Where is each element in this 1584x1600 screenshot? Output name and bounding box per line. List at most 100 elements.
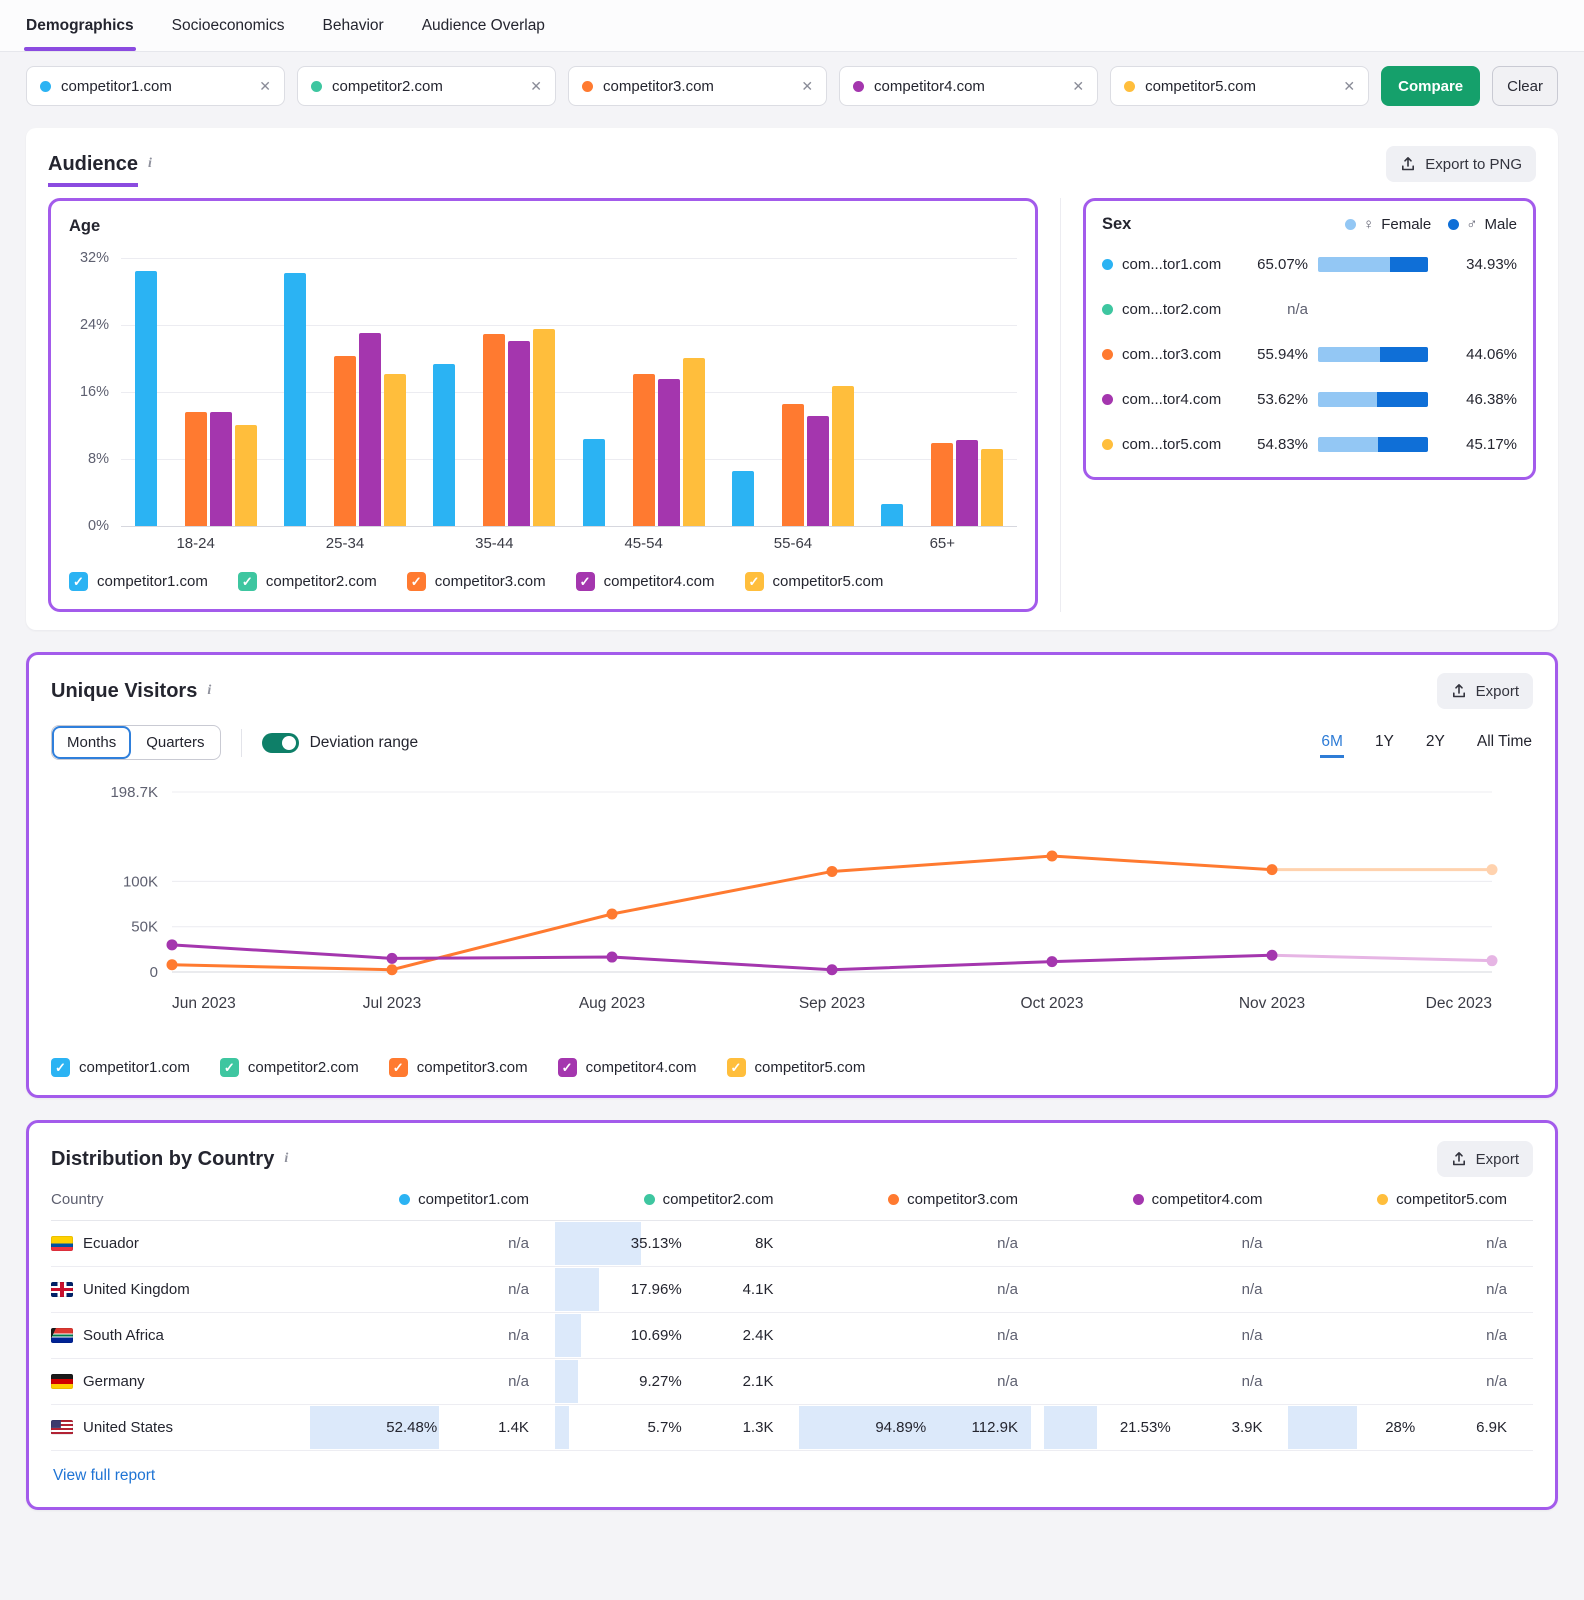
legend-item[interactable]: ✓ competitor5.com [726, 1058, 865, 1077]
remove-competitor-icon[interactable]: ✕ [259, 78, 271, 95]
country-export-button[interactable]: Export [1436, 1141, 1533, 1177]
remove-competitor-icon[interactable]: ✕ [530, 78, 542, 95]
time-ranges: 6M 1Y 2Y All Time [1320, 727, 1533, 758]
sex-domain-name: com...tor5.com [1122, 436, 1222, 453]
competitor-color-dot [1132, 1194, 1144, 1205]
legend-item[interactable]: ✓ competitor5.com [744, 572, 883, 591]
legend-label: competitor4.com [603, 573, 715, 590]
legend-item[interactable]: ✓ competitor3.com [388, 1058, 528, 1077]
export-icon [1452, 684, 1465, 698]
range-all-time[interactable]: All Time [1476, 727, 1533, 758]
competitor-bar: competitor1.com ✕ competitor2.com ✕ competit… [0, 52, 1584, 106]
country-value-cell: n/a [799, 1313, 1044, 1358]
country-value-cell: 28% 6.9K [1288, 1405, 1533, 1450]
share-percent: 5.7% [647, 1419, 682, 1436]
granularity-quarters[interactable]: Quarters [131, 726, 219, 759]
country-value-cell: n/a [310, 1267, 555, 1312]
legend-item[interactable]: ✓ competitor4.com [557, 1058, 697, 1077]
remove-competitor-icon[interactable]: ✕ [801, 78, 813, 95]
info-icon[interactable]: i [148, 156, 152, 172]
deviation-range-label: Deviation range [309, 733, 419, 751]
range-2y[interactable]: 2Y [1425, 727, 1446, 758]
deviation-range-toggle[interactable] [261, 732, 299, 753]
share-percent: 28% [1385, 1419, 1416, 1436]
legend-item[interactable]: ✓ competitor2.com [237, 572, 377, 591]
tab-demographics[interactable]: Demographics [24, 0, 136, 51]
male-legend-label: Male [1484, 216, 1517, 233]
checkbox-checked-icon[interactable]: ✓ [406, 572, 426, 591]
competitor-color-dot [1377, 1194, 1389, 1205]
checkbox-checked-icon[interactable]: ✓ [69, 572, 88, 591]
competitor-column-header: competitor3.com [799, 1191, 1044, 1208]
competitor-chip[interactable]: competitor4.com ✕ [839, 66, 1099, 106]
country-export-label: Export [1475, 1150, 1519, 1168]
female-legend-label: Female [1381, 216, 1432, 233]
checkbox-checked-icon[interactable]: ✓ [388, 1058, 408, 1077]
info-icon[interactable]: i [207, 683, 211, 699]
share-percent: 9.27% [639, 1373, 682, 1390]
info-icon[interactable]: i [284, 1151, 288, 1167]
svg-text:0: 0 [150, 964, 158, 981]
visitors-export-button[interactable]: Export [1436, 673, 1533, 709]
competitor-column-header: competitor1.com [310, 1191, 555, 1208]
female-percent: 55.94% [1257, 346, 1308, 363]
country-row: United States 52.48% 1.4K 5.7% 1.3K 94.89% 112… [51, 1405, 1533, 1451]
competitor-column-header: competitor4.com [1044, 1191, 1289, 1208]
age-chart-panel: Age 32% 24% 16% 8% 0% 18-24 25-34 35-44 45-54 55… [48, 198, 1038, 612]
svg-text:Oct 2023: Oct 2023 [1021, 995, 1084, 1012]
age-bar-group [569, 258, 718, 526]
audience-section: Audience i Export to PNG Age 32% 24% 16% 8%… [26, 128, 1558, 630]
competitor-column-header: competitor5.com [1288, 1191, 1533, 1208]
age-bar-group [718, 258, 867, 526]
visitors-absolute: 112.9K [971, 1419, 1018, 1436]
age-bar [956, 439, 979, 526]
age-bar [657, 379, 680, 526]
age-bar [682, 357, 705, 526]
checkbox-checked-icon[interactable]: ✓ [726, 1058, 746, 1077]
age-bar [831, 386, 854, 526]
share-percent: 35.13% [630, 1235, 682, 1252]
country-value-cell: 10.69% 2.4K [554, 1313, 800, 1358]
competitor-chip[interactable]: competitor1.com ✕ [26, 66, 286, 106]
clear-button[interactable]: Clear [1492, 66, 1558, 106]
na-value: n/a [1241, 1327, 1263, 1344]
legend-label: competitor2.com [265, 573, 377, 590]
competitor-chip[interactable]: competitor2.com ✕ [297, 66, 557, 106]
legend-item[interactable]: ✓ competitor1.com [69, 572, 208, 591]
country-column-header: Country [51, 1191, 104, 1208]
flag-south-africa-icon [51, 1328, 73, 1343]
remove-competitor-icon[interactable]: ✕ [1072, 78, 1084, 95]
svg-text:Jun 2023: Jun 2023 [172, 995, 236, 1012]
compare-button[interactable]: Compare [1381, 66, 1481, 106]
checkbox-checked-icon[interactable]: ✓ [575, 572, 595, 591]
tab-behavior[interactable]: Behavior [323, 0, 384, 51]
checkbox-checked-icon[interactable]: ✓ [51, 1058, 70, 1077]
sex-rows: com...tor1.com 65.07% 34.93% com...tor2.com… [1102, 242, 1517, 467]
share-percent: 94.89% [875, 1419, 927, 1436]
competitor-chip[interactable]: competitor5.com ✕ [1110, 66, 1370, 106]
audience-right-column: Sex ♀ Female ♂ Male com...tor1.com 65.07%… [1060, 198, 1536, 612]
legend-item[interactable]: ✓ competitor4.com [575, 572, 715, 591]
checkbox-checked-icon[interactable]: ✓ [237, 572, 257, 591]
remove-competitor-icon[interactable]: ✕ [1343, 78, 1355, 95]
range-1y[interactable]: 1Y [1374, 727, 1395, 758]
legend-label: competitor1.com [79, 1059, 190, 1076]
tab-socioeconomics[interactable]: Socioeconomics [172, 0, 285, 51]
visitors-absolute: 2.4K [742, 1327, 774, 1344]
age-bar [333, 356, 356, 526]
competitor-color-dot [643, 1194, 655, 1205]
checkbox-checked-icon[interactable]: ✓ [219, 1058, 239, 1077]
range-6m[interactable]: 6M [1320, 727, 1344, 758]
granularity-months[interactable]: Months [52, 726, 131, 759]
tab-audience-overlap[interactable]: Audience Overlap [422, 0, 545, 51]
checkbox-checked-icon[interactable]: ✓ [744, 572, 764, 591]
nav-tabs: Demographics Socioeconomics Behavior Audien… [24, 0, 545, 51]
view-full-report-link[interactable]: View full report [53, 1467, 155, 1485]
age-bar [781, 403, 804, 526]
legend-item[interactable]: ✓ competitor3.com [406, 572, 546, 591]
legend-item[interactable]: ✓ competitor2.com [219, 1058, 359, 1077]
competitor-chip[interactable]: competitor3.com ✕ [568, 66, 828, 106]
export-to-png-button[interactable]: Export to PNG [1386, 146, 1536, 182]
checkbox-checked-icon[interactable]: ✓ [557, 1058, 577, 1077]
legend-item[interactable]: ✓ competitor1.com [51, 1058, 190, 1077]
